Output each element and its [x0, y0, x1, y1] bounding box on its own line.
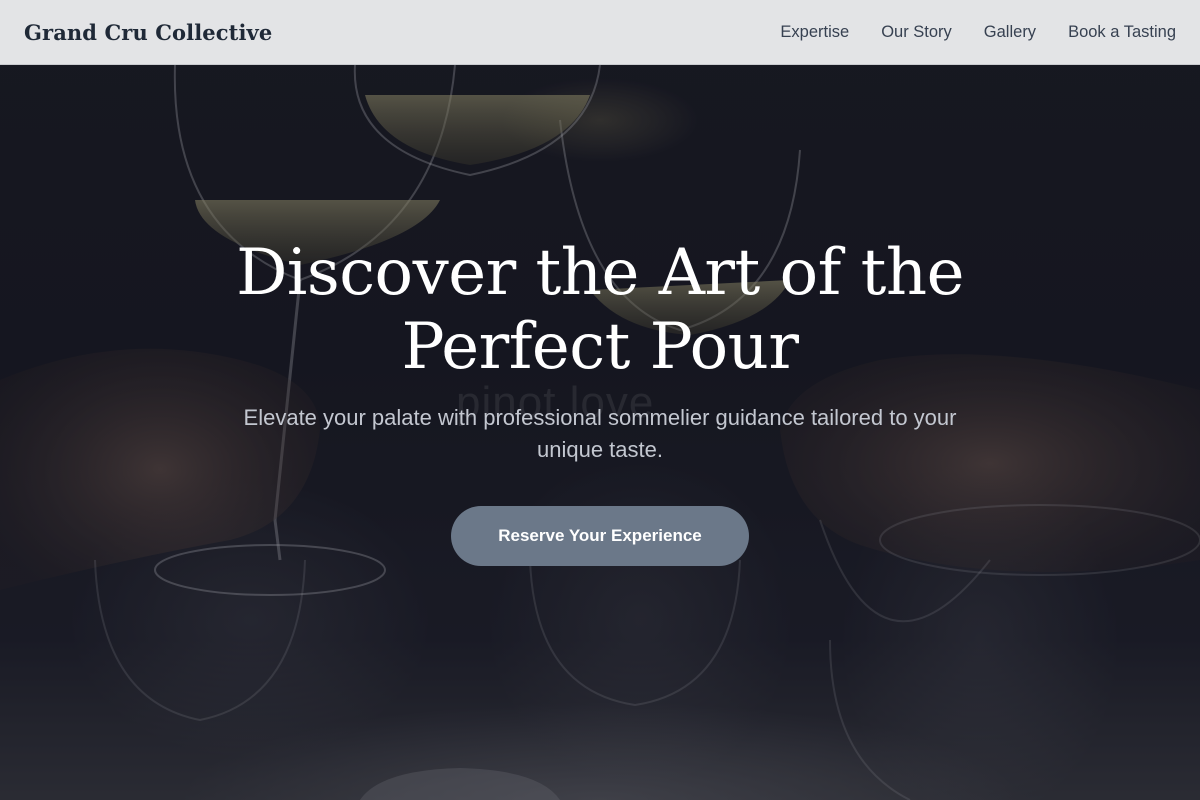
nav-links: Expertise Our Story Gallery Book a Tasti… — [780, 23, 1176, 42]
brand-logo-link[interactable]: Grand Cru Collective — [24, 20, 272, 45]
hero-subtitle-line-2: unique taste. — [537, 437, 663, 462]
hero-subtitle: Elevate your palate with professional so… — [180, 402, 1020, 466]
reserve-experience-button[interactable]: Reserve Your Experience — [451, 506, 749, 566]
nav-link-gallery[interactable]: Gallery — [984, 23, 1036, 42]
nav-link-our-story[interactable]: Our Story — [881, 23, 952, 42]
hero-subtitle-line-1: Elevate your palate with professional so… — [243, 405, 957, 430]
nav-link-book-a-tasting[interactable]: Book a Tasting — [1068, 23, 1176, 42]
hero-section: Discover the Art of the Perfect Pour Ele… — [0, 0, 1200, 800]
top-navbar: Grand Cru Collective Expertise Our Story… — [0, 0, 1200, 65]
hero-title-line-2: Perfect Pour — [401, 310, 799, 384]
nav-link-expertise[interactable]: Expertise — [780, 23, 849, 42]
hero-title-line-1: Discover the Art of the — [236, 236, 964, 310]
hero-title: Discover the Art of the Perfect Pour — [150, 236, 1050, 384]
